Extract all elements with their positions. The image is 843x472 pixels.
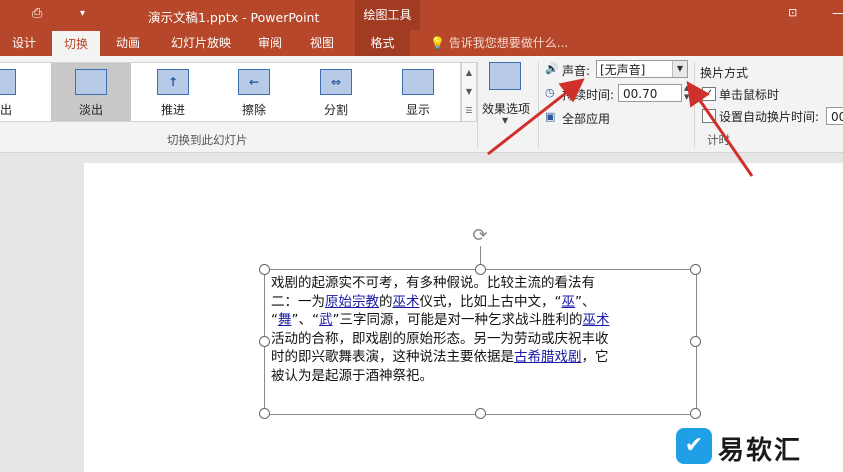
advance-slide-label: 换片方式: [700, 66, 749, 80]
auto-advance-checkbox[interactable]: [702, 109, 716, 123]
tab-animations[interactable]: 动画: [104, 30, 152, 56]
effect-options-button[interactable]: 效果选项 ▼: [478, 62, 534, 126]
tell-me-search[interactable]: 💡 告诉我您想要做什么...: [430, 30, 568, 56]
duration-input[interactable]: 00.70: [618, 84, 682, 102]
wipe-icon: ←: [238, 69, 270, 95]
auto-advance-label: 设置自动换片时间:: [719, 110, 820, 124]
tab-slideshow[interactable]: 幻灯片放映: [160, 30, 242, 56]
text-line: 活动的合称，即戏剧的原始形态。另一为劳动或庆祝丰收: [271, 330, 609, 347]
minimize-icon[interactable]: —: [832, 6, 843, 21]
customize-toolbar-icon[interactable]: ▾: [80, 8, 85, 19]
resize-handle[interactable]: [259, 336, 270, 347]
group-label-transition: 切换到此幻灯片: [167, 133, 248, 147]
transition-split[interactable]: ⇔ 分割: [296, 63, 376, 121]
auto-advance-input[interactable]: 00: [826, 107, 843, 125]
scroll-down-icon[interactable]: ▼: [462, 82, 476, 101]
text-line: 被认为是起源于酒神祭祀。: [271, 367, 433, 384]
duration-label: 持续时间:: [562, 88, 615, 102]
divider: [694, 62, 695, 148]
group-label-timing: 计时: [707, 133, 730, 147]
apply-all-button[interactable]: 全部应用: [562, 110, 610, 127]
clock-icon: ◷: [545, 86, 555, 99]
scroll-up-icon[interactable]: ▲: [462, 63, 476, 82]
speaker-icon: 🔊: [545, 62, 559, 75]
tab-design[interactable]: 设计: [0, 30, 48, 56]
gallery-scroll[interactable]: ▲ ▼ ☰: [461, 62, 477, 122]
apply-all-icon: ▣: [545, 110, 556, 123]
rotate-handle-icon[interactable]: ⟳: [470, 226, 490, 246]
effect-options-icon: [489, 62, 521, 90]
lightbulb-icon: 💡: [430, 36, 445, 50]
chevron-down-icon[interactable]: ▼: [672, 61, 687, 77]
resize-handle[interactable]: [259, 408, 270, 419]
resize-handle[interactable]: [690, 408, 701, 419]
tab-transitions[interactable]: 切换: [52, 31, 100, 56]
transition-reveal[interactable]: 显示: [378, 63, 458, 121]
resize-handle[interactable]: [690, 336, 701, 347]
transition-cut[interactable]: 切出: [0, 63, 40, 121]
fade-icon: [75, 69, 107, 95]
link-martial[interactable]: 武: [319, 312, 333, 328]
reveal-icon: [402, 69, 434, 95]
slide-body-text[interactable]: 戏剧的起源实不可考，有多种假说。比较主流的看法有 二：一为原始宗教的巫术仪式，比…: [271, 274, 686, 385]
text-line: 二：一为原始宗教的巫术仪式，比如上古中文，“巫”、: [271, 293, 596, 310]
sound-label: 声音:: [562, 64, 591, 78]
watermark: ✔ 易软汇: [676, 426, 840, 466]
on-click-label: 单击鼠标时: [719, 88, 780, 102]
drawing-tools-contextual-tab: 绘图工具: [355, 0, 420, 30]
ribbon-transitions: 切出 淡出 ↑ 推进 ← 擦除 ⇔ 分割 显示 ▲ ▼ ☰ 切换到此幻灯片 效果…: [0, 56, 843, 153]
ribbon-tabs: 设计 切换 动画 幻灯片放映 审阅 视图 格式 💡 告诉我您想要做什么...: [0, 30, 843, 56]
chevron-down-icon: ▼: [502, 116, 509, 125]
tell-me-text: 告诉我您想要做什么...: [448, 36, 569, 50]
link-witchcraft[interactable]: 巫术: [393, 294, 420, 310]
rotate-stem: [480, 246, 481, 266]
link-greek-drama[interactable]: 古希腊戏剧: [514, 349, 582, 365]
window-title: 演示文稿1.pptx - PowerPoint: [148, 10, 320, 25]
gallery-more-icon[interactable]: ☰: [462, 101, 476, 120]
resize-handle[interactable]: [475, 408, 486, 419]
divider: [538, 62, 539, 148]
split-icon: ⇔: [320, 69, 352, 95]
on-click-checkbox[interactable]: ✓: [702, 87, 716, 101]
transition-wipe[interactable]: ← 擦除: [214, 63, 294, 121]
transition-fade[interactable]: 淡出: [51, 63, 131, 121]
transition-gallery: 切出 淡出 ↑ 推进 ← 擦除 ⇔ 分割 显示: [0, 62, 461, 122]
link-wu[interactable]: 巫: [562, 294, 576, 310]
text-line: 戏剧的起源实不可考，有多种假说。比较主流的看法有: [271, 275, 595, 291]
text-line: 时的即兴歌舞表演，这种说法主要依据是古希腊戏剧，它: [271, 349, 609, 365]
push-icon: ↑: [157, 69, 189, 95]
link-primitive-religion[interactable]: 原始宗教: [325, 294, 379, 310]
resize-handle[interactable]: [259, 264, 270, 275]
transition-push[interactable]: ↑ 推进: [133, 63, 213, 121]
print-preview-icon[interactable]: ⎙: [32, 6, 42, 21]
ribbon-display-options-icon[interactable]: ⊡: [788, 6, 797, 19]
duration-spinner[interactable]: ▲ ▼: [684, 84, 694, 102]
watermark-text: 易软汇: [718, 436, 803, 466]
watermark-logo-icon: ✔: [676, 428, 712, 464]
resize-handle[interactable]: [690, 264, 701, 275]
tab-view[interactable]: 视图: [300, 30, 344, 56]
title-bar: ⎙ ▾ 演示文稿1.pptx - PowerPoint 绘图工具 ⊡ —: [0, 0, 843, 30]
sound-value: [无声音]: [600, 63, 646, 77]
link-witchcraft-2[interactable]: 巫术: [583, 312, 610, 328]
sound-select[interactable]: [无声音] ▼: [596, 60, 688, 78]
cut-icon: [0, 69, 16, 95]
text-line: “舞”、“武”三字同源，可能是对一种乞求战斗胜利的巫术: [271, 312, 610, 328]
link-dance[interactable]: 舞: [278, 312, 292, 328]
tab-format[interactable]: 格式: [355, 30, 410, 56]
tab-review[interactable]: 审阅: [248, 30, 292, 56]
